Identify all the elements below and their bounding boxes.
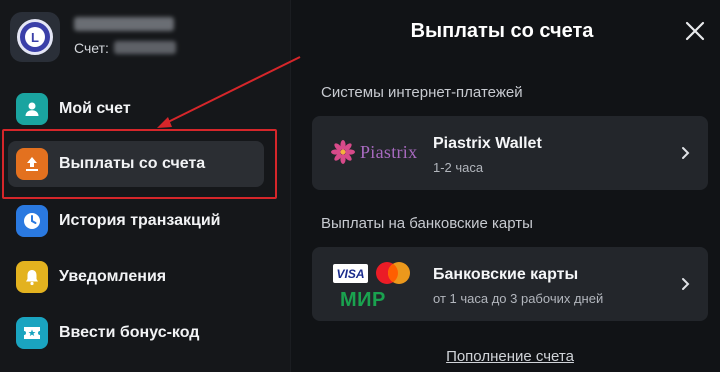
mastercard-logo [376,262,410,284]
avatar-ring: L [17,19,53,55]
bank-cards-name: Банковские карты [433,266,579,283]
piastrix-wallet-option[interactable]: Piastrix Piastrix Wallet 1-2 часа [312,116,708,190]
visa-logo: VISA [333,264,368,283]
section-heading-cards: Выплаты на банковские карты [321,215,533,232]
sidebar-item-history[interactable]: История транзакций [16,198,266,244]
piastrix-logo-text: Piastrix [360,141,418,162]
sidebar-item-label: Ввести бонус-код [59,324,200,341]
deposit-link[interactable]: Пополнение счета [312,348,708,365]
bank-cards-time: от 1 часа до 3 рабочих дней [433,291,604,306]
chevron-right-icon [682,278,690,290]
piastrix-flower-icon [331,140,355,164]
account-number-blurred [114,41,176,54]
account-label: Счет: [74,40,109,56]
sidebar-item-notifications[interactable]: Уведомления [16,254,266,300]
clock-icon [16,205,48,237]
piastrix-time: 1-2 часа [433,160,484,175]
chevron-right-icon [682,147,690,159]
sidebar-item-label: Уведомления [59,268,167,285]
piastrix-logo: Piastrix [330,139,417,165]
sidebar-item-bonus-code[interactable]: Ввести бонус-код [16,310,266,356]
bell-icon [16,261,48,293]
mir-logo: МИР [340,289,386,311]
sidebar-item-my-account[interactable]: Мой счет [16,86,266,132]
sidebar-item-label: Мой счет [59,100,131,117]
avatar-logo: L [25,27,45,47]
user-name-blurred [74,17,174,31]
sidebar: L Счет: Мой счет Выплаты со счета Истори… [0,0,290,372]
piastrix-name: Piastrix Wallet [433,135,542,152]
bank-cards-option[interactable]: VISA МИР Банковские карты от 1 часа до 3… [312,247,708,321]
section-heading-online: Системы интернет-платежей [321,84,523,101]
sidebar-item-label: История транзакций [59,212,221,229]
divider [290,0,291,372]
ticket-icon [16,317,48,349]
user-icon [16,93,48,125]
close-icon[interactable] [682,18,708,44]
avatar[interactable]: L [10,12,60,62]
panel-title: Выплаты со счета [410,20,594,42]
highlight-box [2,129,277,199]
